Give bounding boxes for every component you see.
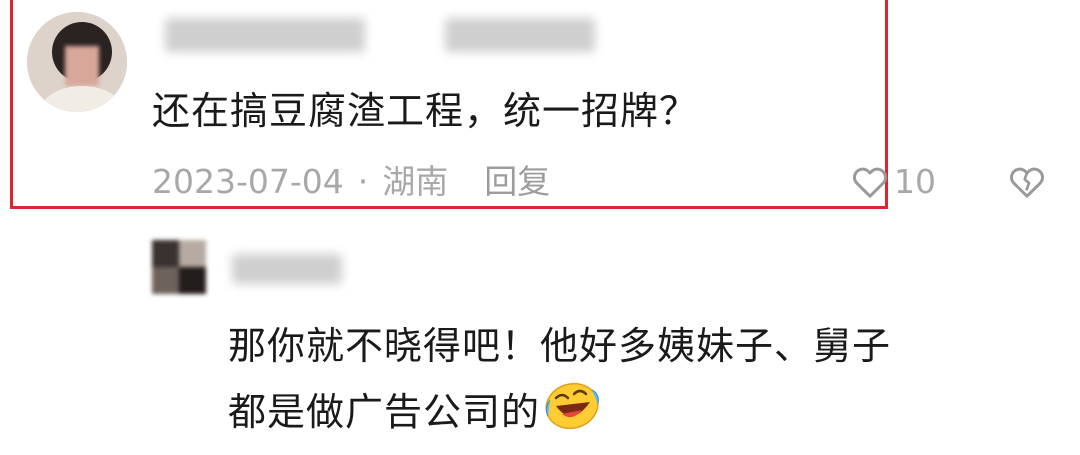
comment-meta: 2023-07-04 · 湖南 回复: [152, 160, 550, 204]
comment-date: 2023-07-04: [152, 162, 344, 201]
heart-outline-icon: [853, 167, 887, 198]
broken-heart-icon: [1010, 167, 1044, 198]
laughing-crying-emoji-icon: [542, 378, 602, 451]
username-blurred-secondary: [445, 18, 595, 52]
comment-location: 湖南: [382, 162, 449, 201]
meta-separator: ·: [357, 162, 369, 201]
commenter-avatar[interactable]: [27, 12, 127, 112]
reply-avatar-photo-icon: [152, 240, 206, 294]
reply-avatar[interactable]: [152, 240, 206, 294]
reply-body: 那你就不晓得吧！他好多姨妹子、舅子 都是做广告公司的: [228, 314, 1048, 451]
dislike-button[interactable]: [1006, 162, 1048, 206]
avatar-photo-icon: [27, 12, 127, 112]
reply-line-1: 那你就不晓得吧！他好多姨妹子、舅子: [228, 324, 892, 368]
comment-body: 还在搞豆腐渣工程，统一招牌？: [152, 89, 699, 133]
reply-button[interactable]: 回复: [484, 160, 550, 204]
reply-line-2-text: 都是做广告公司的: [228, 390, 541, 434]
comment-thread: 还在搞豆腐渣工程，统一招牌？ 2023-07-04 · 湖南 回复 10 那你就不晓得…: [0, 0, 1080, 455]
reply-line-2: 都是做广告公司的: [228, 378, 1048, 451]
username-blurred[interactable]: [165, 18, 365, 52]
reply-username-blurred[interactable]: [232, 254, 342, 284]
like-count: 10: [894, 162, 936, 201]
like-button[interactable]: 10: [850, 162, 936, 202]
